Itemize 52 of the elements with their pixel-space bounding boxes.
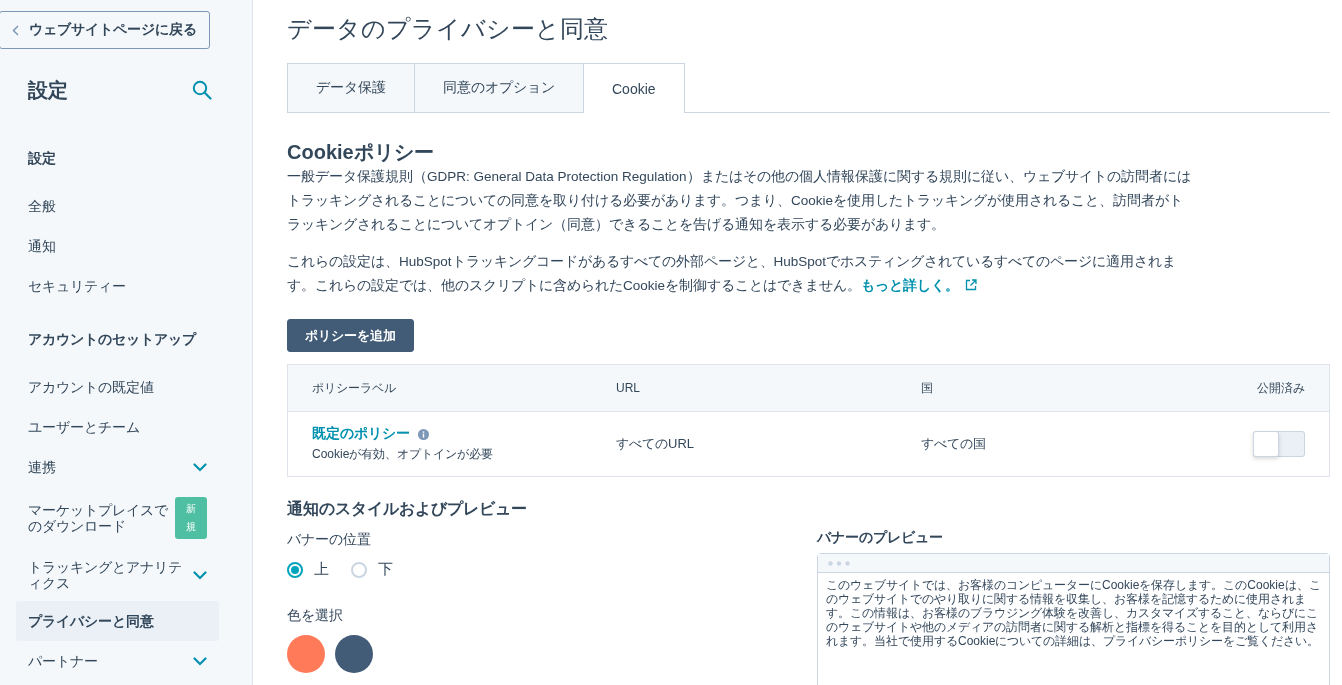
field-label: バナーの位置	[287, 530, 372, 549]
search-icon[interactable]	[192, 80, 212, 100]
radio-label[interactable]: 下	[378, 560, 393, 579]
chevron-down-icon[interactable]	[193, 570, 207, 580]
column-header: 公開済み	[1109, 364, 1330, 412]
section-heading: Cookieポリシー	[287, 140, 435, 165]
body-text: 一般データ保護規則（GDPR: General Data Protection Regulation）またはその他の個人情報保護に関する規則に従い、ウェブサイトの訪問者にはトラッキングされることについての同意を取り付ける必要があります。つまり、Cookieを使用したトラッキングが使用されること、訪問者がトラッキングされることについてオプトイン（同意）できることを告げる通知を表示する必要があります。	[287, 168, 1192, 234]
country-value: すべての国	[921, 436, 986, 451]
color-swatch[interactable]	[335, 635, 373, 673]
tab[interactable]: Cookie	[583, 63, 685, 113]
radio-button[interactable]	[287, 561, 303, 578]
sidebar-item[interactable]: マーケットプレイスでのダウンロード 新規	[16, 487, 219, 549]
publish-toggle[interactable]	[1253, 431, 1305, 457]
back-button[interactable]: ウェブサイトページに戻る	[0, 11, 210, 49]
sidebar-section-heading: 設定	[27, 149, 57, 167]
sidebar-item[interactable]: プライバシーと同意	[16, 601, 219, 641]
info-icon[interactable]	[418, 428, 429, 440]
sidebar-item[interactable]: トラッキングとアナリティクス	[16, 549, 219, 601]
external-link-icon	[965, 279, 978, 291]
chevron-down-icon[interactable]	[193, 656, 207, 666]
sidebar-item[interactable]: 全般	[16, 186, 219, 226]
policy-description: Cookieが有効、オプトインが必要	[312, 446, 495, 463]
field-label: 色を選択	[287, 606, 344, 625]
column-header: ポリシーラベル	[287, 364, 615, 412]
body-text: これらの設定は、HubSpotトラッキングコードがあるすべての外部ページと、HubSpotでホスティングされているすべてのページに適用されます。これらの設定では、他のスクリプトに含められたCookieを制御することはできません。もっと詳しく。	[287, 253, 1178, 295]
sidebar-title: 設定	[28, 77, 68, 103]
sidebar-section-heading: アカウントのセットアップ	[27, 330, 198, 348]
preview-label: バナーのプレビュー	[817, 529, 944, 547]
radio-button[interactable]	[351, 561, 367, 578]
chevron-left-icon	[12, 24, 19, 36]
sidebar-item[interactable]: 通知	[16, 226, 219, 266]
learn-more-link[interactable]: もっと詳しく。	[861, 278, 960, 293]
sidebar-item[interactable]: ユーザーとチーム	[16, 407, 219, 447]
chevron-down-icon[interactable]	[193, 462, 207, 472]
tab[interactable]: 同意のオプション	[414, 63, 584, 112]
sidebar-item[interactable]: セキュリティー	[16, 266, 219, 306]
window-dots-icon	[828, 560, 850, 566]
banner-text: このウェブサイトでは、お客様のコンピューターにCookieを保存します。このCookieは、このウェブサイトでのやり取りに関する情報を収集し、お客様を記憶するために使用されます。この情報は、お客様のブラウジング体験を改善し、カスタマイズすること、ならびにこのウェブサイトや他のメディアの訪問者に関する解析と指標を得ることを目的として利用されます。当社で使用するCookieについての詳細は、プライバシーポリシーをご覧ください。	[826, 578, 1321, 648]
tab[interactable]: データ保護	[287, 63, 415, 112]
url-value: すべてのURL	[616, 436, 694, 451]
sidebar-item[interactable]: アカウントの既定値	[16, 367, 219, 407]
section-heading: 通知のスタイルおよびプレビュー	[287, 499, 528, 519]
color-swatch[interactable]	[287, 635, 325, 673]
sidebar-item[interactable]: 連携	[16, 447, 219, 487]
column-header: URL	[615, 364, 920, 412]
page-title: データのプライバシーと同意	[287, 14, 609, 44]
add-policy-button[interactable]: ポリシーを追加	[287, 319, 414, 352]
new-badge: 新規	[175, 497, 207, 539]
column-header: 国	[920, 364, 1110, 412]
policy-link[interactable]: 既定のポリシー	[312, 425, 410, 443]
radio-label[interactable]: 上	[314, 560, 329, 579]
sidebar-item[interactable]: パートナー	[16, 641, 219, 681]
